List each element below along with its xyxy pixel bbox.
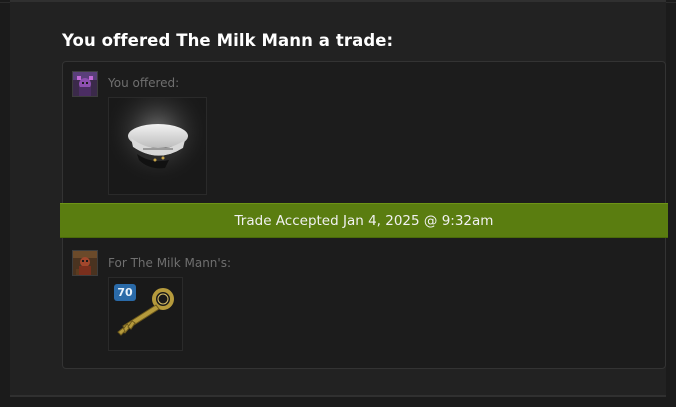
- for-partner-label: For The Milk Mann's:: [108, 256, 231, 270]
- received-item-slot[interactable]: 70: [108, 277, 183, 351]
- partner-avatar[interactable]: [72, 250, 98, 276]
- avatar-image: [73, 251, 97, 275]
- you-offered-label: You offered:: [108, 76, 180, 90]
- trade-status-banner: Trade Accepted Jan 4, 2025 @ 9:32am: [60, 203, 668, 238]
- my-avatar[interactable]: [72, 71, 98, 97]
- offered-item-slot[interactable]: [108, 97, 207, 195]
- item-level-badge: 70: [114, 284, 136, 301]
- trade-headline: You offered The Milk Mann a trade:: [62, 31, 394, 50]
- avatar-image: [73, 72, 97, 96]
- sailor-cap-icon: [109, 98, 206, 194]
